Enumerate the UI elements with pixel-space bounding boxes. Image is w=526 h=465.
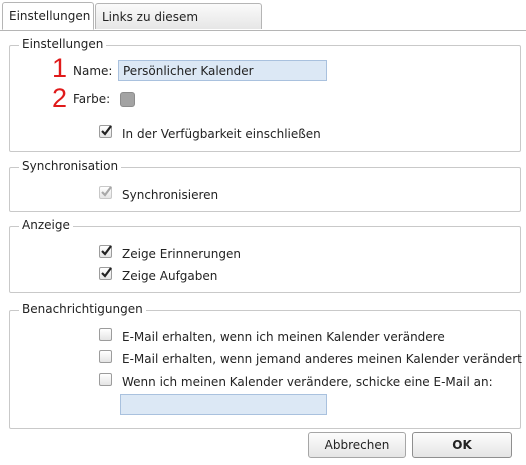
email-input[interactable] xyxy=(120,394,327,415)
other-change-label: E-Mail erhalten, wenn jemand anderes mei… xyxy=(122,352,522,366)
tasks-checkbox[interactable] xyxy=(99,267,112,280)
ok-button[interactable]: OK xyxy=(412,432,512,458)
email-input-value xyxy=(121,395,326,401)
sync-checkbox[interactable] xyxy=(99,186,112,199)
send-mail-checkbox[interactable] xyxy=(99,373,112,386)
tasks-label: Zeige Aufgaben xyxy=(122,269,218,283)
color-swatch[interactable] xyxy=(120,92,135,107)
settings-panel: Einstellungen 1 Name: Persönlicher Kalen… xyxy=(0,31,526,465)
settings-legend: Einstellungen xyxy=(19,37,107,51)
reminders-checkbox[interactable] xyxy=(99,245,112,258)
name-label: Name: xyxy=(73,64,113,78)
name-input-value: Persönlicher Kalender xyxy=(123,64,254,78)
availability-checkbox[interactable] xyxy=(99,125,112,138)
display-legend: Anzeige xyxy=(19,218,73,232)
checkmark-icon xyxy=(101,245,112,256)
display-group: Anzeige xyxy=(9,218,521,293)
self-change-checkbox[interactable] xyxy=(99,328,112,341)
tab-einstellungen[interactable]: Einstellungen xyxy=(2,2,94,30)
checkmark-icon xyxy=(101,267,112,278)
annotation-1: 1 xyxy=(52,53,68,83)
name-input[interactable]: Persönlicher Kalender xyxy=(118,60,327,81)
other-change-checkbox[interactable] xyxy=(99,350,112,363)
checkmark-icon xyxy=(101,186,112,197)
notifications-legend: Benachrichtigungen xyxy=(19,302,146,316)
send-mail-label: Wenn ich meinen Kalender verändere, schi… xyxy=(122,375,493,389)
annotation-2: 2 xyxy=(52,83,68,113)
sync-legend: Synchronisation xyxy=(19,159,122,173)
tab-links[interactable]: Links zu diesem Kalender xyxy=(95,3,262,50)
self-change-label: E-Mail erhalten, wenn ich meinen Kalende… xyxy=(122,330,445,344)
cancel-button[interactable]: Abbrechen xyxy=(308,432,406,458)
tab-bar: Einstellungen Links zu diesem Kalender xyxy=(0,0,526,50)
checkmark-icon xyxy=(101,125,112,136)
color-label: Farbe: xyxy=(73,92,111,106)
sync-label: Synchronisieren xyxy=(122,188,219,202)
reminders-label: Zeige Erinnerungen xyxy=(122,247,241,261)
availability-label: In der Verfügbarkeit einschließen xyxy=(122,127,321,141)
sync-group: Synchronisation xyxy=(9,159,521,212)
